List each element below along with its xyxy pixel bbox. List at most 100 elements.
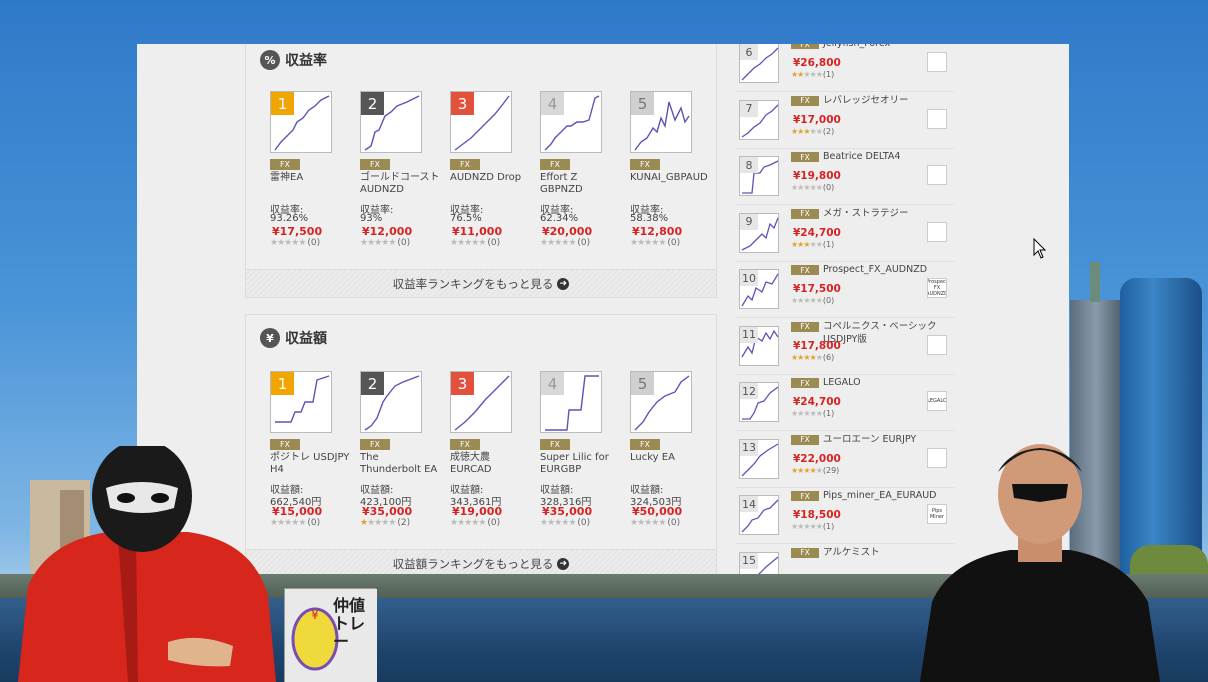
rank-badge: 4 [541,92,564,115]
product-name[interactable]: ゴールドコースト AUDNZD [360,172,442,196]
svg-text:¥: ¥ [311,608,319,622]
product-name[interactable]: The Thunderbolt EA [360,452,442,476]
category-tag: FX [450,159,480,170]
product-name[interactable]: Beatrice DELTA4 [823,150,941,163]
rank-number: 13 [740,439,758,456]
category-tag: FX [791,44,819,49]
ranking-list-item[interactable]: 6 FX Jellyfish_Forex ¥26,800★★★★★(1) [735,44,955,92]
return-rate-section: % 収益率 1 FX 雷神EA 収益率: 93.26% ¥17,500 ★★★★★ (0) 2 F… [245,44,717,298]
vendor-logo [927,52,947,72]
ranking-list-item[interactable]: 7 FX レバレッジセオリー ¥17,000 ★★★★★(2) [735,93,955,149]
star-rating: ★★★★★(0) [791,296,835,305]
performance-chart-thumbnail[interactable]: 8 [739,156,779,196]
rank-badge: 2 [361,92,384,115]
star-rating: ★★★★★(6) [791,352,835,362]
product-name[interactable]: LEGALO [823,376,941,389]
arrow-right-icon: ➜ [557,277,570,290]
category-tag: FX [630,439,660,450]
percent-icon: % [260,50,280,70]
price: ¥17,500 [272,225,323,238]
ranking-list-item[interactable]: 8 FX Beatrice DELTA4 ¥19,800 ★★★★★(0) [735,149,955,205]
price: ¥17,500 [793,283,841,295]
star-rating: ★★★★★(0) [630,238,681,248]
star-rating: ★★★★★(0) [270,238,321,248]
star-rating: ★★★★★(1) [791,522,835,531]
star-rating: ★★★★★(0) [540,518,591,528]
return-rate-header: % 収益率 [260,49,327,71]
star-rating: ★★★★★(0) [630,518,681,528]
performance-chart-thumbnail[interactable]: 7 [739,99,779,140]
product-name[interactable]: Lucky EA [630,452,712,464]
performance-chart-thumbnail[interactable]: 11 [739,325,779,366]
star-rating: ★★★★★(0) [450,238,501,248]
price: ¥11,000 [452,225,503,238]
vendor-logo: Prospect FX AUDNZD [927,278,947,298]
vendor-logo [927,165,947,185]
price: ¥50,000 [632,505,683,518]
performance-chart-thumbnail[interactable]: 14 [739,495,779,535]
rank-number: 11 [740,326,758,343]
category-tag: FX [540,159,570,170]
ranking-list-item[interactable]: 9 FX メガ・ストラテジー ¥24,700 ★★★★★(1) [735,206,955,262]
star-rating: ★★★★★(0) [540,238,591,248]
rank-number: 14 [740,496,758,512]
performance-chart-thumbnail[interactable]: 4 [540,371,602,433]
rank-number: 9 [740,213,758,230]
performance-chart-thumbnail[interactable]: 3 [450,91,512,153]
metric-value: 62.34% [540,213,579,224]
price: ¥20,000 [542,225,593,238]
rank-number: 10 [740,270,758,286]
performance-chart-thumbnail[interactable]: 12 [739,382,779,422]
performance-chart-thumbnail[interactable]: 1 [270,371,332,433]
product-name[interactable]: KUNAI_GBPAUD [630,172,712,184]
product-name[interactable]: AUDNZD Drop [450,172,532,184]
product-name[interactable]: メガ・ストラテジー [823,207,941,220]
book-cover: ¥ 仲値トレー [284,588,377,682]
product-name[interactable]: レバレッジセオリー [823,94,941,107]
product-name[interactable]: 雷神EA [270,172,352,184]
price: ¥22,000 [793,452,841,465]
more-profit-amount-link[interactable]: 収益額ランキングをもっと見る ➜ [246,549,716,574]
price: ¥19,000 [452,505,503,518]
product-name[interactable]: Jellyfish_Forex [823,44,941,50]
performance-chart-thumbnail[interactable]: 5 [630,371,692,433]
performance-chart-thumbnail[interactable]: 1 [270,91,332,153]
price: ¥17,800 [793,339,841,352]
product-name[interactable]: 成徳大農 EURCAD [450,452,532,476]
rank-badge: 3 [451,372,474,395]
performance-chart-thumbnail[interactable]: 6 [739,44,779,83]
vendor-logo-text: LEGALO [927,398,947,404]
product-name[interactable]: Effort Z GBPNZD [540,172,622,196]
more-return-rate-link[interactable]: 収益率ランキングをもっと見る ➜ [246,269,716,297]
vendor-logo [927,108,947,129]
product-name[interactable]: ポジトレ USDJPY H4 [270,452,352,476]
star-rating: ★★★★★(0) [791,183,835,192]
performance-chart-thumbnail[interactable]: 2 [360,371,422,433]
performance-chart-thumbnail[interactable]: 2 [360,91,422,153]
performance-chart-thumbnail[interactable]: 3 [450,371,512,433]
product-name[interactable]: Prospect_FX_AUDNZD [823,263,941,276]
section-title: 収益率 [285,53,327,69]
more-link-label: 収益額ランキングをもっと見る [392,556,554,571]
price: ¥35,000 [362,505,413,518]
rank-badge: 1 [271,372,294,395]
performance-chart-thumbnail[interactable]: 9 [739,212,779,253]
yen-icon: ¥ [260,328,280,348]
star-rating: ★★★★★(2) [360,518,411,528]
rank-badge: 5 [631,372,654,395]
performance-chart-thumbnail[interactable]: 5 [630,91,692,153]
price: ¥24,700 [793,226,841,239]
performance-chart-thumbnail[interactable]: 10 [739,269,779,309]
price: ¥12,800 [632,225,683,238]
ranking-list-item[interactable]: 12 FX LEGALO ¥24,700 ★★★★★(1) LEGALO [735,375,955,431]
performance-chart-thumbnail[interactable]: 4 [540,91,602,153]
ranking-list-item[interactable]: 11 FX コペルニクス・ベーシックUSDJPY版 ¥17,800 ★★★★★(6) [735,319,955,375]
performance-chart-thumbnail[interactable]: 15 [739,551,779,574]
category-tag: FX [791,547,819,558]
product-name[interactable]: Super Lilic for EURGBP [540,452,622,476]
metric-value: 58.38% [630,213,669,224]
price: ¥24,700 [793,396,841,408]
ranking-list-item[interactable]: 10 FX Prospect_FX_AUDNZD ¥17,500 ★★★★★(0) Pro… [735,262,955,318]
metric-value: 93% [360,213,383,224]
performance-chart-thumbnail[interactable]: 13 [739,438,779,479]
